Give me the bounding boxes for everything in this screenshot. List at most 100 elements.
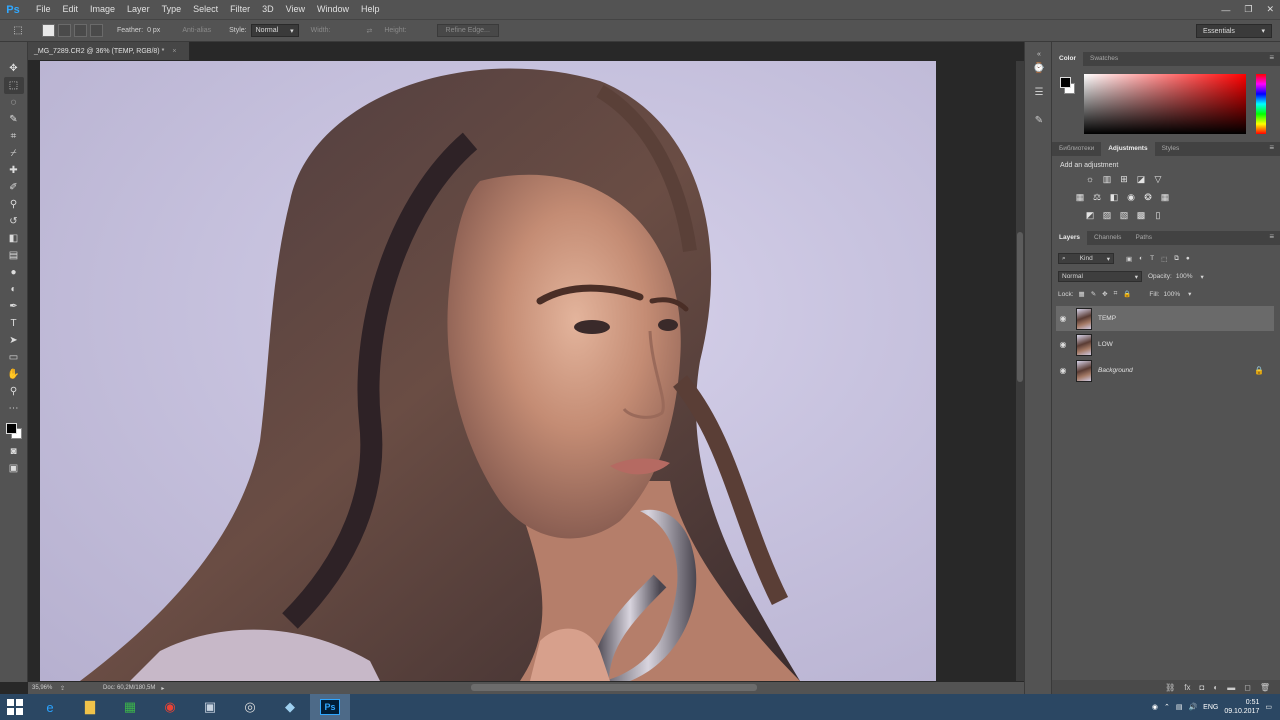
add-selection-button[interactable] [58, 24, 71, 37]
gradient-map-icon[interactable]: ▯ [1152, 209, 1164, 221]
zoom-level[interactable]: 35,96% [32, 685, 60, 691]
clone-stamp-tool-icon[interactable]: ⚲ [4, 196, 24, 213]
network-icon[interactable]: ▤ [1176, 703, 1183, 711]
vertical-scrollbar-thumb[interactable] [1017, 232, 1023, 382]
panel-menu-icon[interactable]: ≡ [1269, 143, 1274, 152]
color-picker-field[interactable] [1084, 74, 1246, 134]
intersect-selection-button[interactable] [90, 24, 103, 37]
pixel-filter-icon[interactable]: ▣ [1126, 255, 1132, 263]
chevron-up-icon[interactable]: ⌃ [1164, 703, 1170, 711]
add-mask-icon[interactable]: ◘ [1200, 683, 1205, 692]
document-info[interactable]: Doc: 60,2M/180,5M [103, 685, 155, 691]
eye-icon[interactable]: ◉ [1056, 340, 1070, 349]
tab-channels[interactable]: Channels [1087, 231, 1128, 245]
image-viewer-icon[interactable]: ▣ [190, 694, 230, 720]
shape-filter-icon[interactable]: ⬚ [1161, 255, 1167, 263]
dodge-tool-icon[interactable]: ◐ [4, 281, 24, 298]
antialias-checkbox[interactable]: Anti-alias [182, 27, 211, 34]
layer-row[interactable]: ◉ Background 🔒 [1056, 358, 1274, 383]
menu-image[interactable]: Image [84, 0, 121, 19]
hand-tool-icon[interactable]: ✋ [4, 366, 24, 383]
trash-icon[interactable]: 🗑 [1260, 683, 1270, 692]
rectangle-tool-icon[interactable]: ▭ [4, 349, 24, 366]
lock-transparent-icon[interactable]: ▦ [1079, 290, 1085, 298]
path-selection-tool-icon[interactable]: ➤ [4, 332, 24, 349]
quick-selection-tool-icon[interactable]: ✎ [4, 111, 24, 128]
new-layer-icon[interactable]: ◻ [1244, 683, 1251, 692]
hue-saturation-icon[interactable]: ▦ [1074, 191, 1086, 203]
crop-tool-icon[interactable]: ⌗ [4, 128, 24, 145]
new-adjustment-icon[interactable]: ◐ [1213, 683, 1218, 692]
history-panel-icon[interactable]: ⌚ [1030, 60, 1048, 76]
kind-filter-select[interactable]: ⌕ Kind ▾ [1058, 253, 1114, 264]
zoom-tool-icon[interactable]: ⚲ [4, 383, 24, 400]
menu-help[interactable]: Help [355, 0, 386, 19]
menu-edit[interactable]: Edit [57, 0, 85, 19]
swap-icon[interactable]: ⇄ [366, 27, 372, 35]
subtract-selection-button[interactable] [74, 24, 87, 37]
history-brush-tool-icon[interactable]: ↺ [4, 213, 24, 230]
layer-row[interactable]: ◉ TEMP [1056, 306, 1274, 331]
minimize-button[interactable]: — [1221, 5, 1230, 15]
opacity-input[interactable]: 100% [1176, 273, 1193, 280]
menu-view[interactable]: View [280, 0, 311, 19]
lock-all-icon[interactable]: 🔒 [1123, 290, 1131, 298]
filter-toggle-icon[interactable]: ● [1186, 255, 1190, 262]
menu-filter[interactable]: Filter [224, 0, 256, 19]
screen-mode-icon[interactable]: ▣ [4, 460, 24, 477]
more-tools-icon[interactable]: ⋯ [4, 400, 24, 417]
menu-type[interactable]: Type [156, 0, 188, 19]
posterize-icon[interactable]: ▨ [1101, 209, 1113, 221]
hue-slider[interactable] [1256, 74, 1266, 134]
windows-start-button[interactable] [0, 694, 30, 720]
chevron-down-icon[interactable]: ▾ [1188, 290, 1191, 298]
marquee-tool-icon[interactable]: ⬚ [3, 77, 24, 94]
notifications-icon[interactable]: ▭ [1265, 703, 1272, 711]
black-white-icon[interactable]: ◧ [1108, 191, 1120, 203]
share-icon[interactable]: ⇪ [60, 685, 65, 692]
tab-libraries[interactable]: Библиотеки [1052, 142, 1101, 156]
panel-menu-icon[interactable]: ≡ [1269, 53, 1274, 62]
new-group-icon[interactable]: ▬ [1227, 683, 1235, 692]
photo-filter-icon[interactable]: ◉ [1125, 191, 1137, 203]
close-document-icon[interactable]: × [172, 48, 176, 55]
photoshop-taskbar-button[interactable]: Ps [310, 694, 350, 720]
menu-select[interactable]: Select [187, 0, 224, 19]
language-indicator[interactable]: ENG [1203, 704, 1218, 711]
channel-mixer-icon[interactable]: ❂ [1142, 191, 1154, 203]
lock-pixels-icon[interactable]: ✎ [1091, 290, 1096, 298]
tab-color[interactable]: Color [1052, 52, 1083, 66]
color-swatches[interactable] [4, 421, 24, 443]
brush-tool-icon[interactable]: ✐ [4, 179, 24, 196]
brightness-contrast-icon[interactable]: ☼ [1084, 173, 1096, 185]
layer-style-icon[interactable]: fx [1184, 683, 1190, 692]
lasso-tool-icon[interactable]: ◌ [4, 94, 24, 111]
color-panel-foreground[interactable] [1060, 77, 1071, 88]
eraser-tool-icon[interactable]: ◧ [4, 230, 24, 247]
style-select[interactable]: Normal ▾ [250, 24, 299, 37]
threshold-icon[interactable]: ▧ [1118, 209, 1130, 221]
menu-layer[interactable]: Layer [121, 0, 156, 19]
brush-panel-icon[interactable]: ✎ [1030, 112, 1048, 128]
document-tab[interactable]: _MG_7289.CR2 @ 36% (TEMP, RGB/8) * × [28, 42, 190, 60]
workspace-select[interactable]: Essentials ▾ [1196, 24, 1272, 38]
tab-styles[interactable]: Styles [1155, 142, 1187, 156]
file-explorer-icon[interactable]: ▇ [70, 694, 110, 720]
eye-icon[interactable]: ◉ [1056, 366, 1070, 375]
app-tray-icon[interactable]: ◉ [1152, 703, 1158, 711]
eye-icon[interactable]: ◉ [1056, 314, 1070, 323]
link-layers-icon[interactable]: ⛓ [1165, 683, 1175, 692]
chrome-icon[interactable]: ◉ [150, 694, 190, 720]
close-button[interactable]: ✕ [1266, 4, 1274, 15]
tab-swatches[interactable]: Swatches [1083, 52, 1125, 66]
marquee-preset-icon[interactable]: ⬚ [8, 22, 28, 39]
refine-edge-button[interactable]: Refine Edge... [436, 24, 499, 37]
clock[interactable]: 0:51 09.10.2017 [1224, 698, 1259, 716]
horizontal-scrollbar-thumb[interactable] [471, 684, 757, 691]
type-filter-icon[interactable]: T [1150, 255, 1154, 262]
exposure-icon[interactable]: ◪ [1135, 173, 1147, 185]
panel-menu-icon[interactable]: ≡ [1269, 232, 1274, 241]
smart-object-filter-icon[interactable]: ⧉ [1174, 255, 1179, 263]
levels-icon[interactable]: ▥ [1101, 173, 1113, 185]
pen-tool-icon[interactable]: ✒ [4, 298, 24, 315]
